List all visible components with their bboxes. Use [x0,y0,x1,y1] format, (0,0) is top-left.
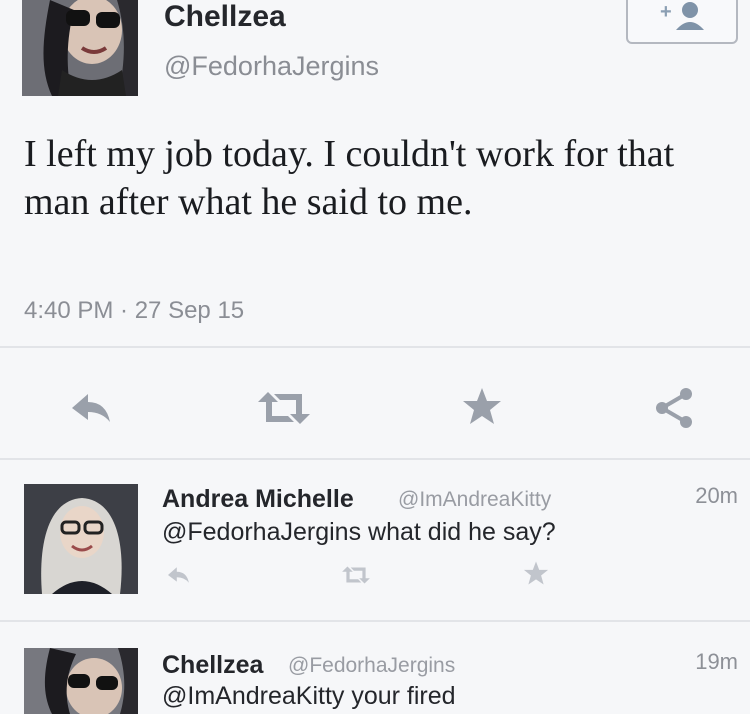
main-tweet-avatar[interactable] [22,0,138,96]
reply-text: @FedorhaJergins what did he say? [162,518,556,546]
reply-handle[interactable]: @ImAndreaKitty [398,485,551,515]
follow-button[interactable]: + [626,0,738,44]
favorite-star-icon[interactable] [460,386,504,426]
retweet-icon[interactable] [340,564,372,586]
reply-handle[interactable]: @FedorhaJergins [288,651,455,681]
share-icon[interactable] [652,386,696,428]
divider [0,346,750,348]
reply-display-name[interactable]: Chellzea [162,650,263,680]
reply-time[interactable]: 20m [695,482,738,510]
main-tweet-timestamp[interactable]: 4:40 PM · 27 Sep 15 [24,296,244,326]
reply-tweet[interactable]: Andrea Michelle @ImAndreaKitty 20m @Fedo… [0,460,750,610]
reply-avatar[interactable] [24,484,138,594]
reply-display-name[interactable]: Andrea Michelle [162,484,354,514]
reply-tweet[interactable]: Chellzea @FedorhaJergins 19m @ImAndreaKi… [0,622,750,714]
add-user-icon: + [658,0,712,41]
retweet-icon[interactable] [254,388,314,428]
reply-time[interactable]: 19m [695,648,738,676]
main-tweet-handle[interactable]: @FedorhaJergins [164,50,379,82]
reply-icon[interactable] [70,388,114,428]
main-tweet-display-name[interactable]: Chellzea [164,0,286,34]
reply-text: @ImAndreaKitty your fired [162,682,456,710]
main-tweet-text: I left my job today. I couldn't work for… [24,133,675,223]
svg-text:+: + [660,1,672,23]
favorite-star-icon[interactable] [522,560,550,586]
reply-avatar[interactable] [24,648,138,714]
reply-icon[interactable] [166,564,192,586]
